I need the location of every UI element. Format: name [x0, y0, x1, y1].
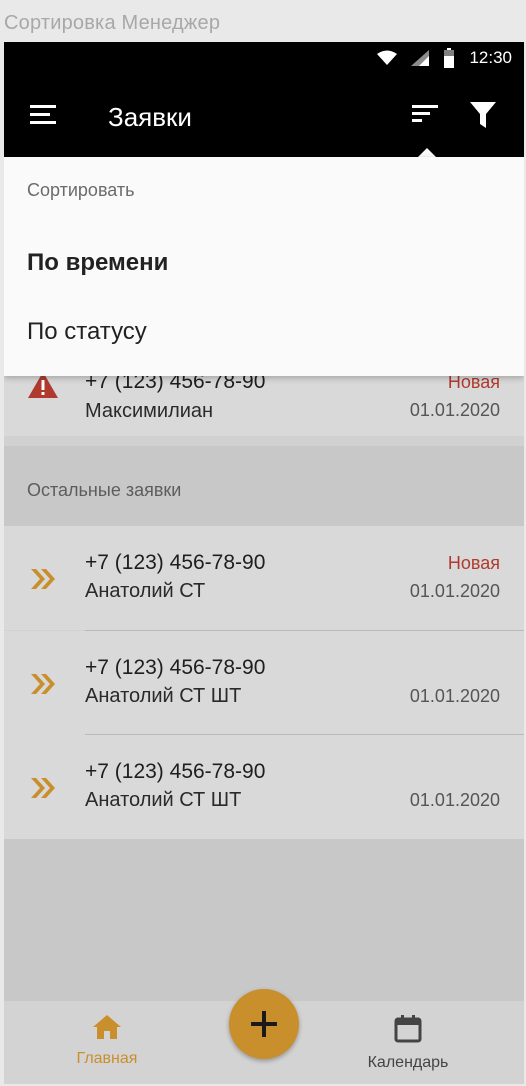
item-phone: +7 (123) 456-78-90: [85, 760, 266, 783]
list-item[interactable]: +7 (123) 456-78-90 Анатолий СТ ШТ 01.01.…: [4, 735, 524, 839]
signal-icon: [411, 50, 430, 66]
battery-icon: [444, 48, 455, 68]
nav-home-label: Главная: [76, 1050, 138, 1067]
sort-option-time[interactable]: По времени: [27, 249, 168, 277]
nav-calendar-label: Календарь: [367, 1054, 449, 1071]
sort-button[interactable]: [412, 104, 442, 130]
item-name: Анатолий СТ ШТ: [85, 789, 242, 811]
item-status: Новая: [447, 553, 500, 573]
item-name: Анатолий СТ: [85, 580, 206, 602]
item-phone: +7 (123) 456-78-90: [85, 656, 266, 679]
double-chevron-icon: [31, 674, 55, 694]
nav-calendar[interactable]: Календарь: [338, 1015, 478, 1072]
item-name: Максимилиан: [85, 400, 214, 422]
status-time: 12:30: [469, 48, 512, 67]
item-date: 01.01.2020: [409, 790, 500, 810]
item-phone: +7 (123) 456-78-90: [85, 551, 266, 574]
double-chevron-icon: [31, 569, 55, 589]
list-item[interactable]: +7 (123) 456-78-90 Анатолий СТ ШТ 01.01.…: [4, 631, 524, 735]
nav-home[interactable]: Главная: [37, 1015, 177, 1068]
section-header: Остальные заявки: [4, 446, 524, 526]
double-chevron-icon: [31, 778, 55, 798]
wifi-icon: [377, 50, 398, 65]
item-date: 01.01.2020: [409, 581, 500, 601]
section-title: Остальные заявки: [27, 480, 182, 500]
empty-area: [4, 839, 524, 1001]
home-icon: [93, 1015, 121, 1039]
status-bar: 12:30: [4, 42, 524, 78]
sort-icon: [412, 105, 438, 122]
sort-menu: Сортировать По времени По статусу: [4, 157, 524, 376]
sort-option-status[interactable]: По статусу: [27, 318, 147, 346]
sort-menu-caret: [418, 148, 436, 157]
menu-icon: [30, 105, 56, 124]
calendar-icon: [394, 1015, 422, 1043]
filter-button[interactable]: [470, 102, 498, 132]
item-date: 01.01.2020: [409, 400, 500, 420]
list-item[interactable]: +7 (123) 456-78-90 Анатолий СТ Новая 01.…: [4, 526, 524, 630]
sort-menu-header: Сортировать: [27, 180, 135, 200]
app-bar: Заявки: [4, 78, 524, 157]
page-title: Заявки: [108, 102, 192, 132]
menu-button[interactable]: [30, 105, 58, 129]
window-title: Сортировка Менеджер: [4, 12, 221, 34]
item-date: 01.01.2020: [409, 686, 500, 706]
phone-screen: 12:30 Заявки +7 (123) 456-78-90 Максимил…: [4, 42, 524, 1084]
item-name: Анатолий СТ ШТ: [85, 685, 242, 707]
filter-icon: [470, 102, 496, 128]
plus-icon: [251, 1011, 277, 1037]
add-button[interactable]: [229, 989, 299, 1059]
